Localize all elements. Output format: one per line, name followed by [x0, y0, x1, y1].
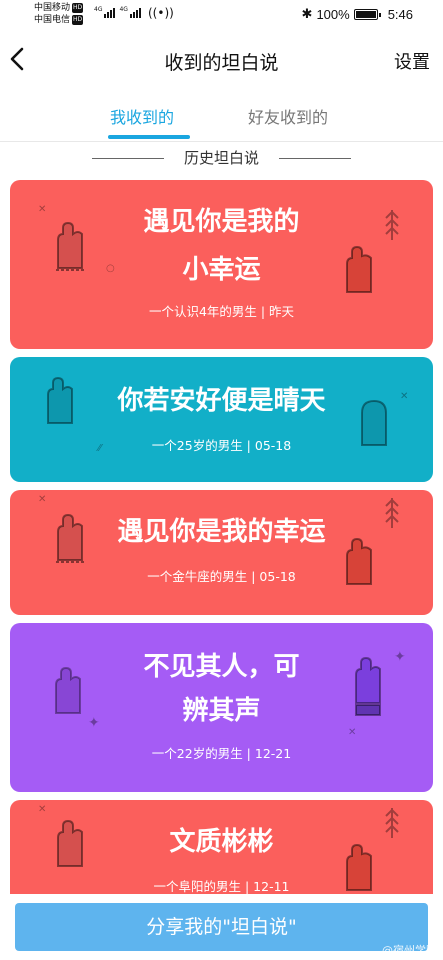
divider — [279, 158, 351, 159]
card-headline: 文质彬彬 — [169, 826, 274, 856]
section-title: 历史坦白说 — [0, 147, 443, 168]
page-title: 收到的坦白说 — [164, 52, 279, 74]
battery-text: 100% — [316, 6, 350, 22]
carrier-2: 中国电信 HD — [34, 15, 84, 25]
carrier-1: 中国移动 HD — [34, 3, 84, 13]
status-bar: 中国移动 HD 中国电信 HD 4G 4G ((•)) ✱ 100% 5:46 — [0, 0, 443, 30]
card-meta: 一个阜阳的男生 | 12-11 — [153, 879, 290, 894]
card-headline: 遇见你是我的 — [143, 206, 300, 236]
tab-bar: 我收到的 好友收到的 — [0, 90, 443, 142]
tab-friends-received[interactable]: 好友收到的 — [248, 104, 328, 128]
confession-card[interactable]: ✕ ○ 遇见你是我的 小幸运 一个认识4年的男生 | 昨天 — [10, 180, 433, 349]
active-tab-indicator — [108, 135, 190, 139]
share-button[interactable]: 分享我的"坦白说" — [15, 903, 428, 951]
section-title-text: 历史坦白说 — [183, 149, 259, 167]
confession-card[interactable]: ✕ 遇见你是我的幸运 一个金牛座的男生 | 05-18 — [10, 490, 433, 615]
wifi-icon: ((•)) — [148, 6, 174, 20]
watermark: @宿州学院 — [382, 944, 437, 957]
card-headline: 遇见你是我的幸运 — [117, 516, 326, 546]
divider — [92, 158, 164, 159]
card-meta: 一个22岁的男生 | 12-21 — [151, 746, 292, 761]
signal-icon: 4G — [94, 6, 116, 18]
sparkle-icon: ✕ — [38, 804, 47, 815]
card-meta: 一个金牛座的男生 | 05-18 — [147, 569, 296, 584]
sparkle-icon: ✕ — [38, 494, 47, 505]
battery-icon — [353, 8, 381, 20]
clock: 5:46 — [387, 6, 413, 22]
signal-icon: 4G — [119, 6, 141, 18]
tab-received-by-me[interactable]: 我收到的 — [110, 104, 174, 128]
confession-card[interactable]: ⁄⁄ ✕ 你若安好便是晴天 一个25岁的男生 | 05-18 — [10, 357, 433, 482]
settings-button[interactable]: 设置 — [394, 48, 430, 74]
card-headline-2: 小幸运 — [182, 254, 261, 284]
card-headline: 你若安好便是晴天 — [117, 385, 326, 415]
card-meta: 一个25岁的男生 | 05-18 — [151, 438, 292, 453]
bottom-bar: 分享我的"坦白说" @宿州学院 — [0, 894, 443, 960]
confession-card[interactable]: ✦ ✦ ✕ 不见其人，可 辨其声 一个22岁的男生 | 12-21 — [10, 623, 433, 792]
signal-icons: 4G 4G — [94, 6, 141, 18]
card-headline: 不见其人，可 — [143, 651, 300, 681]
card-headline-2: 辨其声 — [182, 695, 261, 725]
bluetooth-icon: ✱ — [301, 6, 313, 21]
card-meta: 一个认识4年的男生 | 昨天 — [148, 304, 295, 319]
header: 收到的坦白说 设置 — [0, 30, 443, 90]
